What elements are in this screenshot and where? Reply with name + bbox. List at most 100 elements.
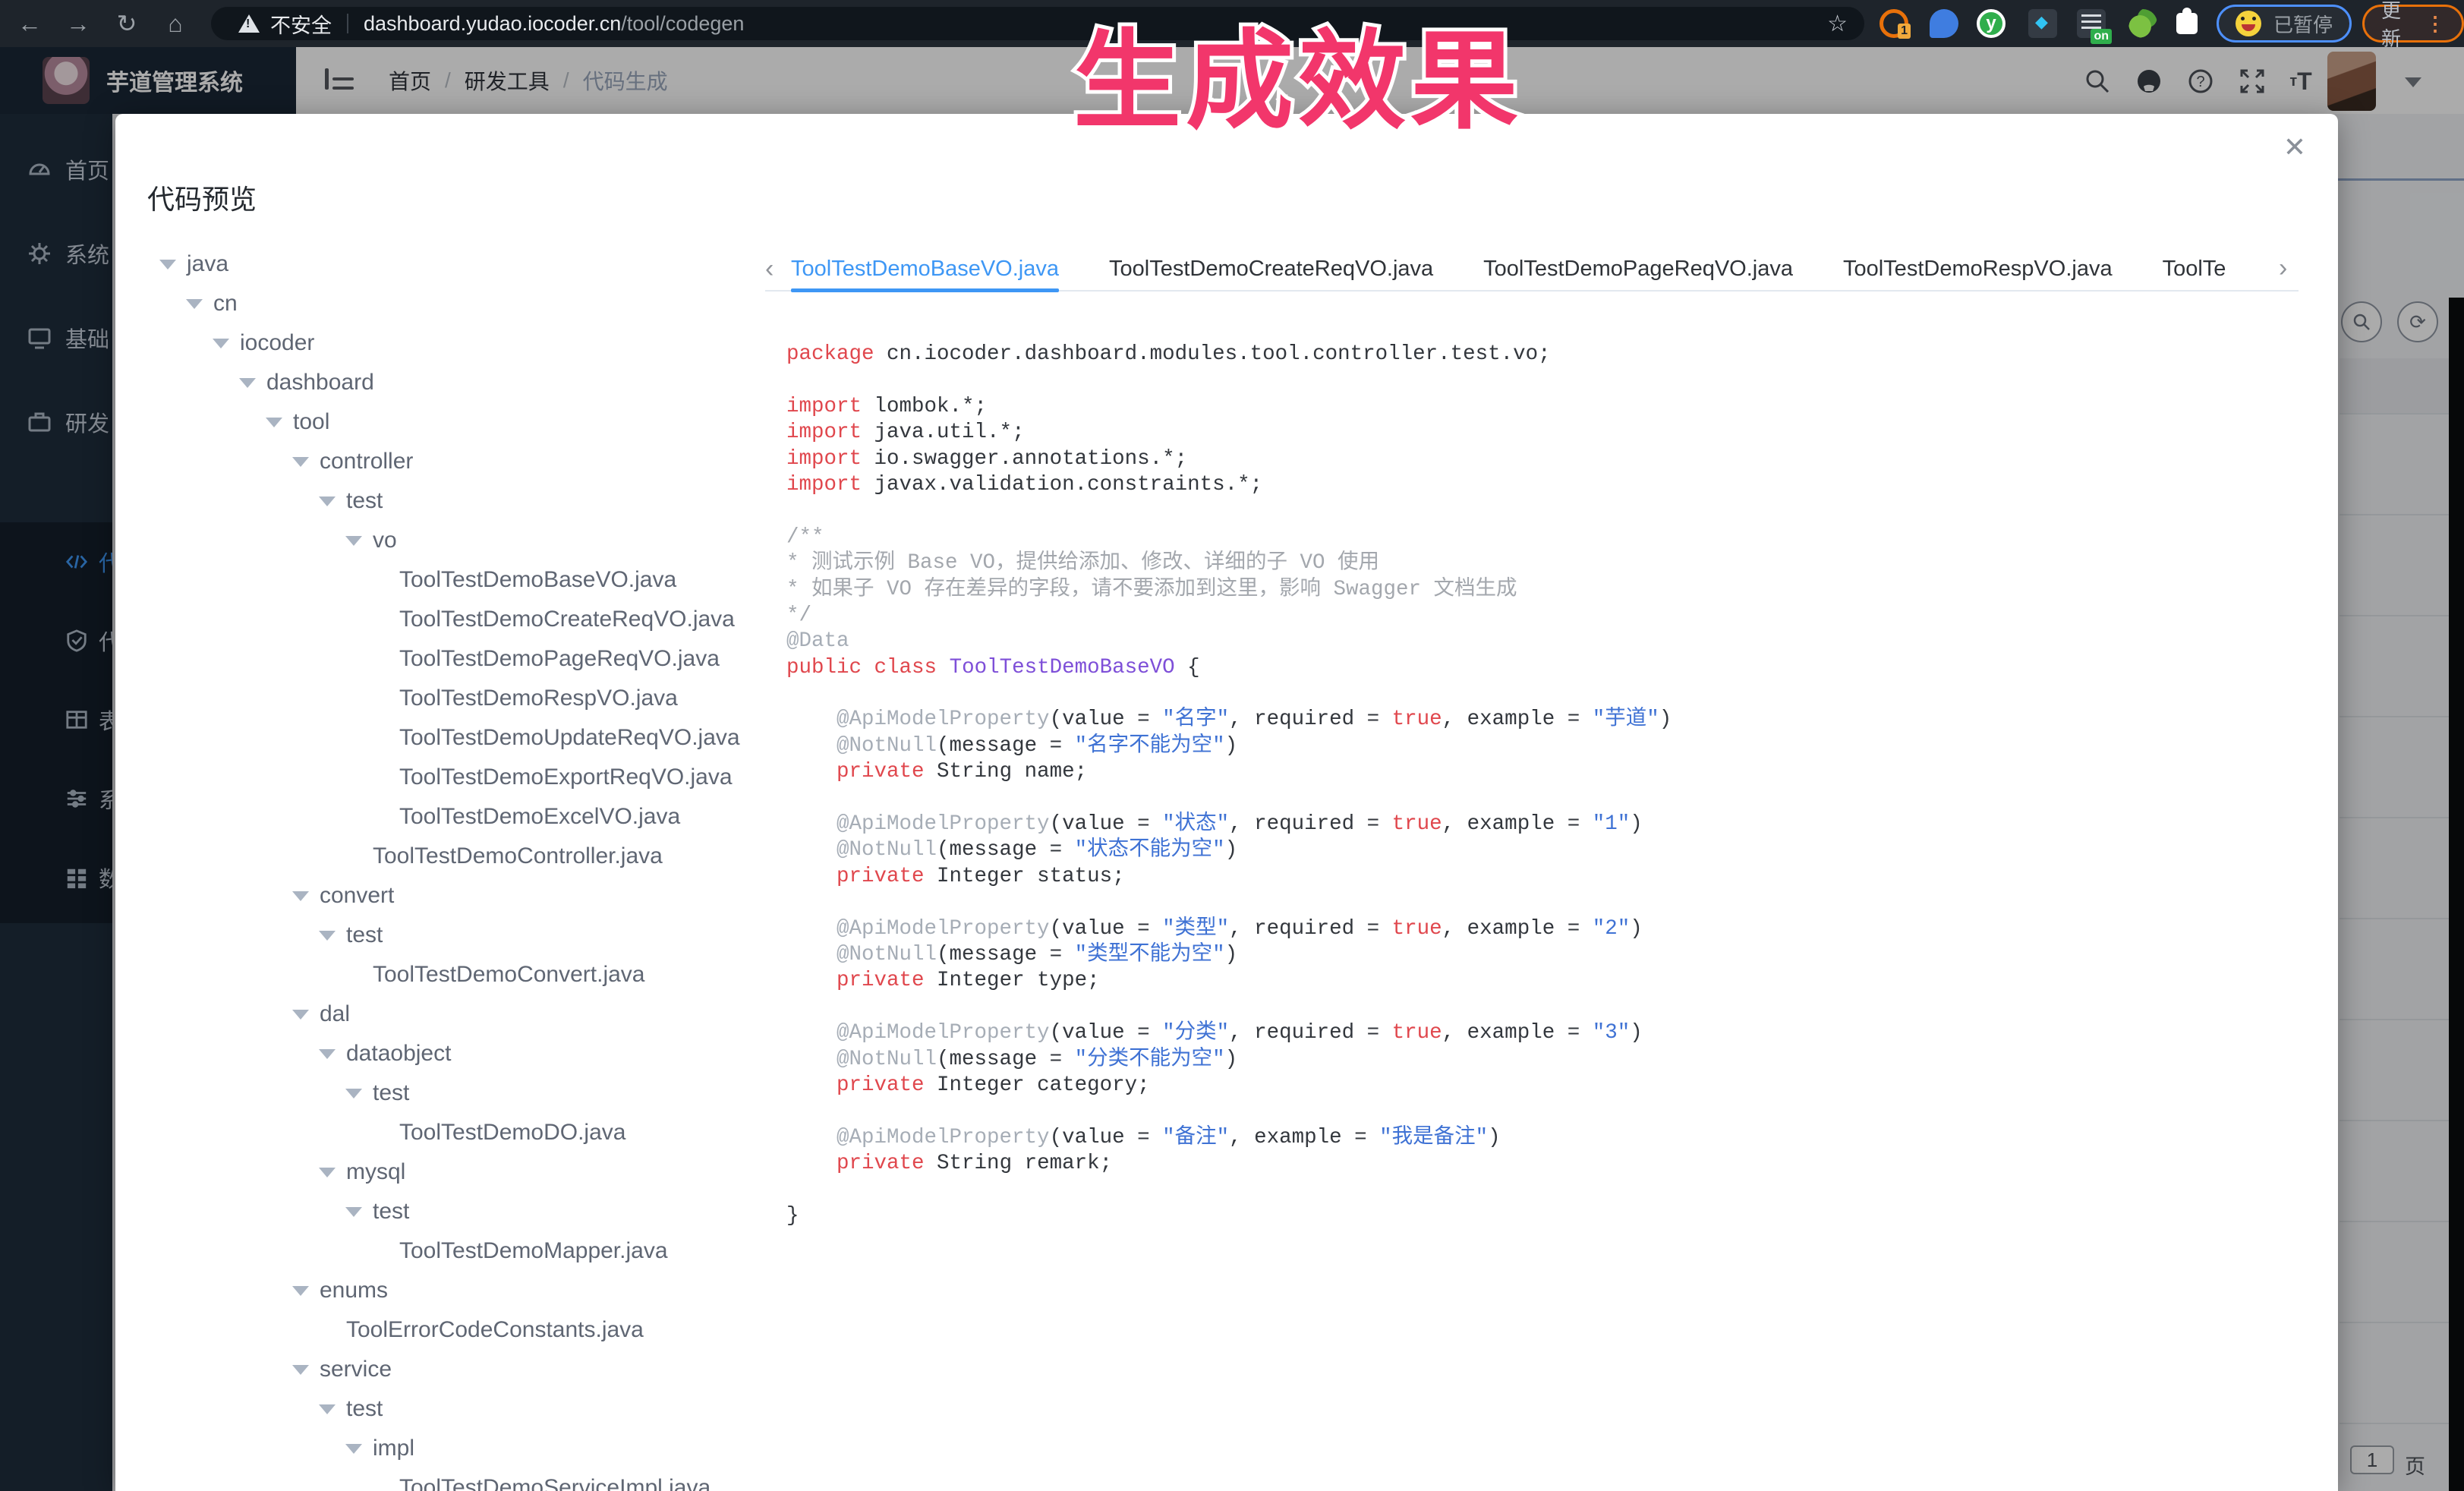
caret-down-icon[interactable] [159,260,176,270]
tree-file[interactable]: ToolTestDemoCreateReqVO.java [152,600,744,639]
tree-folder[interactable]: controller [152,442,744,481]
tree-node-label: enums [320,1278,388,1303]
tree-node-label: test [346,1396,383,1422]
extension-plant-icon[interactable] [2128,9,2157,38]
browser-back-icon[interactable]: ← [12,6,47,41]
tree-folder[interactable]: test [152,916,744,955]
tree-node-label: convert [320,883,394,909]
tree-folder[interactable]: dashboard [152,363,744,402]
tabs-scroll-left-icon[interactable]: ‹ [765,254,791,284]
tree-folder[interactable]: convert [152,876,744,916]
extension-drop-icon[interactable] [1930,9,1958,38]
tree-folder[interactable]: impl [152,1429,744,1468]
tree-folder[interactable]: test [152,481,744,521]
extension-diamond-icon[interactable]: ◆ [2028,9,2057,38]
tree-file[interactable]: ToolTestDemoUpdateReqVO.java [152,718,744,758]
tree-folder[interactable]: dal [152,995,744,1034]
code-line: import io.swagger.annotations.*; [786,446,1672,472]
code-view[interactable]: package cn.iocoder.dashboard.modules.too… [786,342,1672,1229]
tree-file[interactable]: ToolTestDemoMapper.java [152,1231,744,1271]
tree-node-label: service [320,1357,392,1382]
code-line: @ApiModelProperty(value = "状态", required… [786,812,1672,837]
tree-file[interactable]: ToolTestDemoController.java [152,837,744,876]
caret-down-icon[interactable] [319,1168,336,1177]
code-line: @NotNull(message = "分类不能为空") [786,1047,1672,1073]
extension-orange-icon[interactable]: 1 [1880,9,1908,38]
tree-node-label: mysql [346,1159,405,1185]
caret-down-icon[interactable] [345,1444,362,1454]
file-tab[interactable]: ToolTe [2163,247,2226,291]
browser-menu-icon[interactable]: ⋮ [2425,12,2445,36]
tree-node-label: ToolTestDemoPageReqVO.java [399,646,720,672]
tree-folder[interactable]: iocoder [152,323,744,363]
caret-down-icon[interactable] [292,1286,309,1296]
tree-folder[interactable]: dataobject [152,1034,744,1073]
caret-down-icon[interactable] [345,536,362,546]
not-secure-icon [238,14,260,33]
caret-down-icon[interactable] [319,1404,336,1414]
tree-folder[interactable]: test [152,1389,744,1429]
caret-down-icon[interactable] [345,1207,362,1217]
tabs-scroll-right-icon[interactable]: › [2279,254,2305,283]
caret-down-icon[interactable] [319,496,336,506]
tree-folder[interactable]: vo [152,521,744,560]
extension-list-icon[interactable]: on [2077,9,2106,38]
caret-down-icon[interactable] [319,1049,336,1059]
tree-file[interactable]: ToolTestDemoServiceImpl.java [152,1468,744,1491]
tree-file[interactable]: ToolTestDemoExcelVO.java [152,797,744,837]
paused-extension-pill[interactable]: 已暂停 [2217,5,2352,43]
tree-folder[interactable]: cn [152,284,744,323]
caret-down-icon[interactable] [186,299,203,309]
tree-folder[interactable]: tool [152,402,744,442]
tree-node-label: ToolTestDemoController.java [373,843,663,869]
tree-file[interactable]: ToolTestDemoExportReqVO.java [152,758,744,797]
tree-file[interactable]: ToolTestDemoConvert.java [152,955,744,995]
tree-folder[interactable]: service [152,1350,744,1389]
tree-folder[interactable]: test [152,1192,744,1231]
tree-node-label: test [373,1080,409,1106]
caret-down-icon[interactable] [292,1010,309,1020]
tree-folder[interactable]: java [152,244,744,284]
file-tab[interactable]: ToolTestDemoBaseVO.java [791,247,1059,291]
browser-reload-icon[interactable]: ↻ [109,6,144,41]
screenshot-root: ← → ↻ ⌂ 不安全 dashboard.yudao.iocoder.cn /… [0,0,2464,1491]
browser-forward-icon[interactable]: → [61,6,96,41]
tree-folder[interactable]: test [152,1073,744,1113]
caret-down-icon[interactable] [213,339,229,348]
caret-down-icon[interactable] [266,418,282,427]
tree-folder[interactable]: mysql [152,1152,744,1192]
caret-down-icon[interactable] [292,891,309,901]
update-button[interactable]: 更新 ⋮ [2362,5,2464,43]
extension-puzzle-icon[interactable] [2173,9,2201,38]
file-tab[interactable]: ToolTestDemoPageReqVO.java [1483,247,1793,291]
code-line [786,498,1672,524]
code-line: * 如果子 VO 存在差异的字段，请不要添加到这里，影响 Swagger 文档生… [786,577,1672,603]
file-tab[interactable]: ToolTestDemoRespVO.java [1843,247,2113,291]
url-host: dashboard.yudao.iocoder.cn [364,12,621,36]
code-line: @NotNull(message = "状态不能为空") [786,837,1672,863]
caret-down-icon[interactable] [319,931,336,941]
tree-node-label: ToolTestDemoBaseVO.java [399,567,676,593]
tree-file[interactable]: ToolTestDemoDO.java [152,1113,744,1152]
caret-down-icon[interactable] [292,457,309,467]
caret-down-icon[interactable] [345,1089,362,1099]
tree-node-label: dashboard [266,370,374,396]
tree-file[interactable]: ToolTestDemoBaseVO.java [152,560,744,600]
tree-file[interactable]: ToolTestDemoPageReqVO.java [152,639,744,679]
code-line: import javax.validation.constraints.*; [786,472,1672,498]
tree-node-label: ToolTestDemoServiceImpl.java [399,1475,711,1491]
tree-node-label: iocoder [240,330,314,356]
code-line [786,681,1672,707]
file-tab[interactable]: ToolTestDemoCreateReqVO.java [1109,247,1433,291]
caret-down-icon[interactable] [239,378,256,388]
tree-node-label: dal [320,1001,350,1027]
tree-file[interactable]: ToolTestDemoRespVO.java [152,679,744,718]
bookmark-star-icon[interactable]: ☆ [1827,11,1848,37]
tree-file[interactable]: ToolErrorCodeConstants.java [152,1310,744,1350]
extension-green-icon[interactable]: y [1977,9,2006,38]
tree-folder[interactable]: enums [152,1271,744,1310]
caret-down-icon[interactable] [292,1365,309,1375]
browser-home-icon[interactable]: ⌂ [158,6,193,41]
close-icon[interactable]: ✕ [2283,134,2306,161]
tree-node-label: impl [373,1436,414,1461]
